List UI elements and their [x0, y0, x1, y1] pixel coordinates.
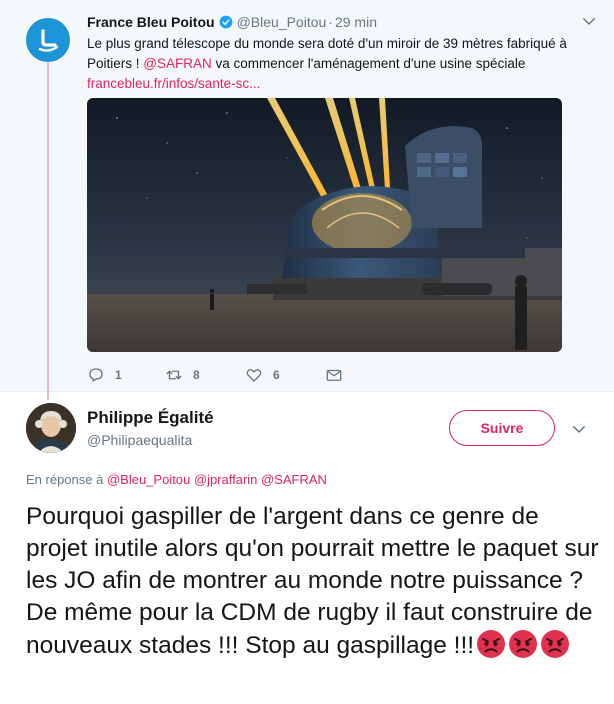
mention-link[interactable]: @SAFRAN	[143, 56, 211, 71]
main-author-name[interactable]: Philippe Égalité	[87, 408, 214, 428]
header-separator: ·	[328, 14, 333, 30]
angry-face-icon	[540, 629, 570, 659]
like-count: 6	[273, 368, 280, 382]
telescope-image[interactable]	[87, 98, 562, 352]
envelope-icon	[326, 369, 342, 381]
reply-button[interactable]: 1	[87, 366, 165, 384]
parent-tweet-time[interactable]: 29 min	[335, 14, 377, 30]
main-author-handle[interactable]: @Philipaequalita	[87, 432, 192, 448]
main-tweet-menu-chevron-icon[interactable]	[570, 420, 588, 438]
retweet-icon	[166, 370, 182, 380]
thread-connector-line	[47, 60, 49, 400]
france-bleu-logo-icon	[33, 25, 63, 55]
reply-context: En réponse à @Bleu_Poitou @jpraffarin @S…	[26, 472, 327, 487]
retweet-count: 8	[193, 368, 200, 382]
philippe-egalite-avatar[interactable]	[26, 403, 76, 453]
reply-prefix: En réponse à	[26, 472, 107, 487]
reply-count: 1	[115, 368, 122, 382]
parent-author-handle[interactable]: @Bleu_Poitou	[237, 14, 327, 30]
retweet-button[interactable]: 8	[165, 366, 245, 384]
reply-mentions[interactable]: @Bleu_Poitou @jpraffarin @SAFRAN	[107, 472, 327, 487]
follow-button[interactable]: Suivre	[449, 410, 555, 446]
parent-tweet-header: France Bleu Poitou @Bleu_Poitou · 29 min	[87, 12, 577, 32]
france-bleu-avatar[interactable]	[26, 18, 70, 62]
direct-message-button[interactable]	[325, 366, 343, 384]
portrait-avatar-image	[26, 403, 76, 453]
article-link[interactable]: francebleu.fr/infos/sante-sc...	[87, 74, 260, 94]
parent-text-part2: va commencer l'aménagement d'une usine s…	[211, 56, 526, 71]
angry-face-icon	[476, 629, 506, 659]
reply-icon	[89, 368, 103, 382]
parent-tweet-menu-chevron-icon[interactable]	[580, 12, 598, 30]
parent-tweet-actions: 1 8 6	[87, 364, 343, 386]
like-button[interactable]: 6	[245, 366, 325, 384]
main-tweet-text: Pourquoi gaspiller de l'argent dans ce g…	[26, 501, 606, 662]
parent-tweet-text: Le plus grand télescope du monde sera do…	[87, 34, 592, 74]
verified-badge-icon	[219, 15, 233, 29]
heart-icon	[246, 368, 262, 382]
angry-face-icon	[508, 629, 538, 659]
parent-author-name[interactable]: France Bleu Poitou	[87, 14, 215, 30]
parent-tweet[interactable]: France Bleu Poitou @Bleu_Poitou · 29 min…	[0, 0, 614, 400]
